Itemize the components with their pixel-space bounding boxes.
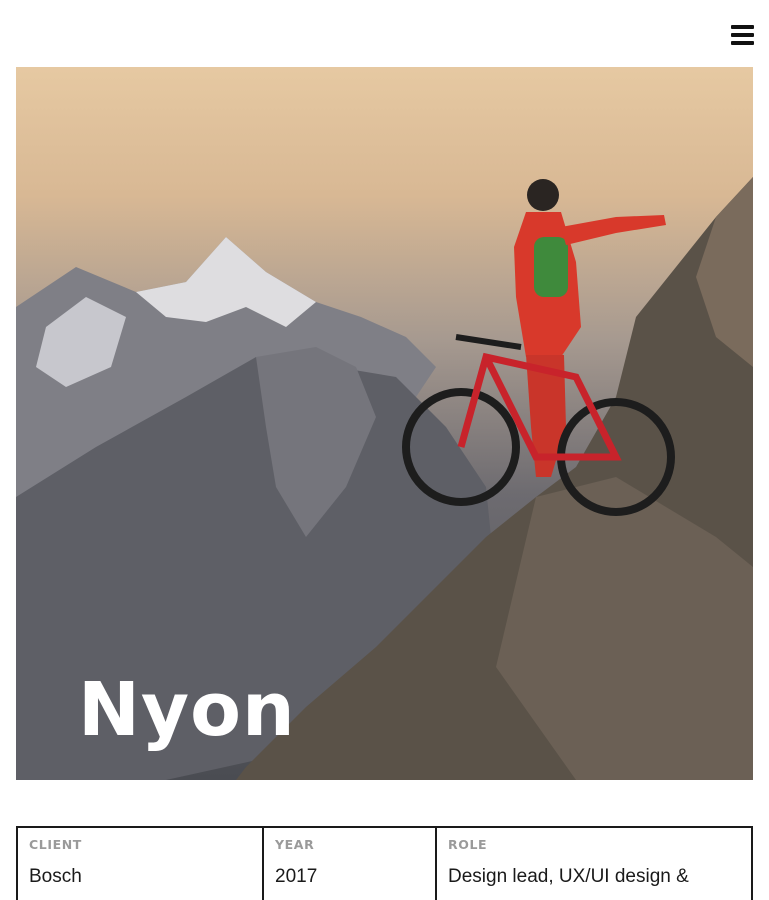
year-cell: YEAR 2017 [264,828,437,900]
role-value: Design lead, UX/UI design & [448,866,689,887]
client-label: CLIENT [29,837,82,852]
year-value: 2017 [275,866,318,887]
rider-backpack [534,237,568,297]
role-cell: ROLE Design lead, UX/UI design & [437,828,751,900]
hero-image: Nyon [16,67,753,780]
hamburger-menu-button[interactable] [731,25,754,45]
project-title: Nyon [78,667,296,753]
bike-handlebar [455,334,522,350]
rider-arm [561,215,666,245]
snow-cap [136,237,316,327]
menu-icon-bar [731,33,754,37]
project-details-table: CLIENT Bosch YEAR 2017 ROLE Design lead,… [16,826,753,900]
menu-icon-bar [731,25,754,29]
menu-icon-bar [731,41,754,45]
role-label: ROLE [448,837,488,852]
year-label: YEAR [275,837,315,852]
rider-helmet [527,179,559,211]
client-cell: CLIENT Bosch [18,828,264,900]
client-value: Bosch [29,866,82,887]
